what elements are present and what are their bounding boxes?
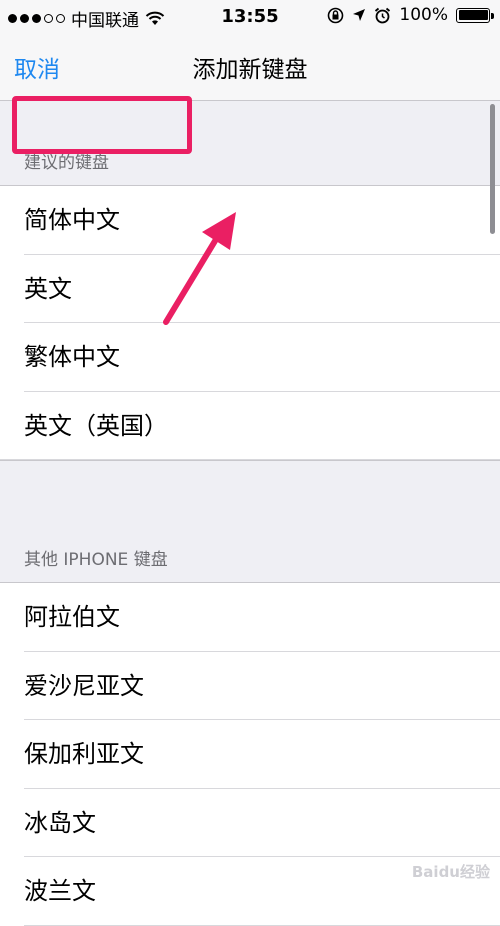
watermark: Baidu经验 xyxy=(411,863,490,881)
annotation-arrow-icon xyxy=(163,212,236,325)
